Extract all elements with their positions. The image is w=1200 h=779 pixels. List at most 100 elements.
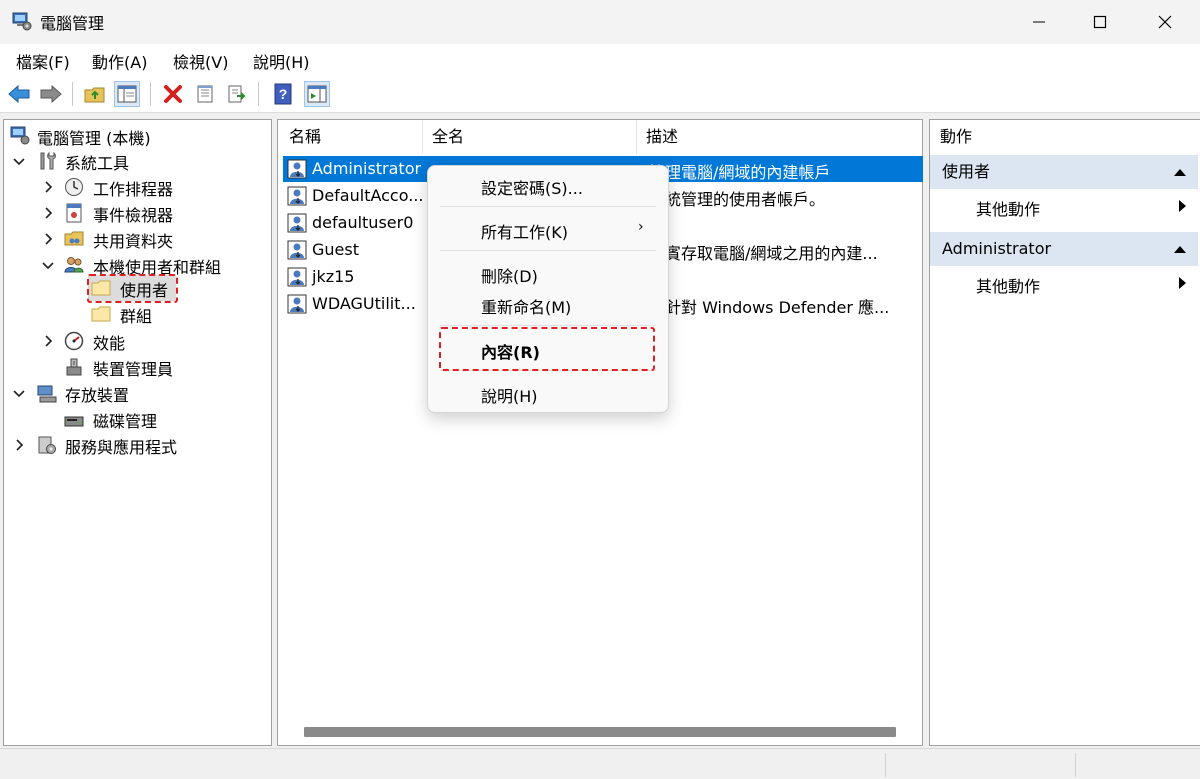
section-label: Administrator — [942, 239, 1052, 258]
menu-set-password[interactable]: 設定密碼(S)... — [481, 175, 583, 199]
properties-sheet-icon — [197, 85, 213, 103]
menu-help[interactable]: 說明(H) — [253, 49, 310, 73]
user-description: 來賓存取電腦/網域之用的內建... — [649, 244, 878, 263]
maximize-button[interactable] — [1077, 0, 1123, 44]
close-icon — [1158, 15, 1172, 29]
tree-item-storage[interactable]: 存放裝置 — [65, 382, 129, 406]
user-icon — [287, 267, 307, 287]
delete-x-icon — [164, 85, 182, 103]
column-header-description[interactable]: 描述 — [636, 120, 922, 154]
forward-button[interactable] — [38, 81, 64, 107]
storage-icon — [37, 385, 57, 403]
user-name: jkz15 — [312, 267, 355, 286]
menu-action[interactable]: 動作(A) — [92, 49, 147, 73]
svg-text:?: ? — [279, 86, 288, 102]
show-hide-action-pane-button[interactable] — [304, 81, 330, 107]
up-level-button[interactable] — [82, 81, 108, 107]
user-name: Administrator — [312, 159, 422, 178]
chevron-right-icon[interactable] — [40, 231, 56, 247]
tree-item-task-scheduler[interactable]: 工作排程器 — [93, 176, 173, 200]
computer-management-icon — [10, 126, 30, 145]
chevron-down-icon[interactable] — [11, 385, 27, 401]
user-description: 系統管理的使用者帳戶。 — [649, 190, 826, 209]
tree-item-groups[interactable]: 群組 — [120, 303, 152, 327]
toolbar-separator — [72, 82, 73, 106]
user-description: 統針對 Windows Defender 應... — [649, 298, 890, 317]
user-name: defaultuser0 — [312, 213, 414, 232]
folder-icon — [91, 306, 111, 322]
tree-item-services-apps[interactable]: 服務與應用程式 — [65, 434, 177, 458]
shared-folder-icon — [64, 231, 84, 246]
status-separator — [1075, 753, 1076, 777]
actions-section-users[interactable]: 使用者 — [930, 155, 1198, 189]
help-button[interactable]: ? — [270, 81, 296, 107]
toolbar: ? — [0, 76, 1200, 113]
actions-header: 動作 — [940, 127, 973, 146]
chevron-down-icon[interactable] — [40, 257, 56, 273]
user-icon — [287, 213, 307, 233]
submenu-chevron-icon: › — [638, 219, 644, 235]
show-hide-tree-button[interactable] — [114, 81, 140, 107]
column-header-name[interactable]: 名稱 — [279, 120, 422, 154]
tree-item-event-viewer[interactable]: 事件檢視器 — [93, 202, 173, 226]
maximize-icon — [1093, 15, 1107, 29]
chevron-right-icon[interactable] — [40, 205, 56, 221]
tree-item-performance[interactable]: 效能 — [93, 330, 125, 354]
status-bar — [0, 748, 1200, 779]
context-menu: 設定密碼(S)... 所有工作(K) › 刪除(D) 重新命名(M) 內容(R)… — [427, 165, 669, 413]
actions-section-administrator[interactable]: Administrator — [930, 232, 1198, 266]
folder-up-icon — [84, 87, 105, 103]
export-list-button[interactable] — [224, 81, 250, 107]
menu-bar: 檔案(F) 動作(A) 檢視(V) 說明(H) — [0, 44, 1200, 76]
help-icon: ? — [274, 83, 292, 105]
horizontal-scrollbar[interactable] — [304, 727, 896, 737]
action-pane-icon — [307, 85, 327, 103]
highlight-box-properties — [439, 327, 655, 371]
tree-item-system-tools[interactable]: 系統工具 — [65, 150, 129, 174]
chevron-down-icon[interactable] — [11, 153, 27, 169]
submenu-arrow-icon — [1179, 200, 1186, 212]
menu-separator — [440, 206, 656, 207]
collapse-caret-icon[interactable] — [1174, 169, 1186, 176]
tree-item-root[interactable]: 電腦管理 (本機) — [37, 125, 151, 149]
user-description: 管理電腦/網域的內建帳戶 — [649, 163, 831, 182]
actions-pane: 動作 使用者 其他動作 Administrator 其他動作 — [929, 119, 1200, 746]
minimize-button[interactable] — [1016, 0, 1062, 44]
minimize-icon — [1033, 21, 1045, 23]
menu-separator — [440, 250, 656, 251]
more-actions-users[interactable]: 其他動作 — [976, 196, 1040, 220]
computer-management-icon — [12, 12, 32, 31]
window-title: 電腦管理 — [40, 14, 105, 33]
menu-file[interactable]: 檔案(F) — [16, 49, 70, 73]
chevron-right-icon[interactable] — [40, 179, 56, 195]
properties-button[interactable] — [192, 81, 218, 107]
column-header-fullname[interactable]: 全名 — [422, 120, 636, 154]
user-name: Guest — [312, 240, 359, 259]
tree-item-disk-management[interactable]: 磁碟管理 — [93, 408, 157, 432]
performance-icon — [64, 331, 84, 351]
tree-item-shared-folders[interactable]: 共用資料夾 — [93, 228, 173, 252]
forward-arrow-icon — [40, 84, 62, 104]
chevron-right-icon[interactable] — [11, 437, 27, 453]
tree-item-device-manager[interactable]: 裝置管理員 — [93, 356, 173, 380]
collapse-caret-icon[interactable] — [1174, 246, 1186, 253]
users-group-icon — [64, 257, 84, 273]
menu-delete[interactable]: 刪除(D) — [481, 263, 538, 287]
user-icon — [287, 294, 307, 314]
disk-icon — [64, 416, 84, 427]
back-button[interactable] — [6, 81, 32, 107]
back-arrow-icon — [8, 84, 30, 104]
menu-rename[interactable]: 重新命名(M) — [481, 294, 571, 318]
delete-button[interactable] — [160, 81, 186, 107]
services-icon — [38, 436, 56, 454]
user-icon — [287, 240, 307, 260]
event-log-icon — [66, 203, 82, 223]
close-button[interactable] — [1142, 0, 1188, 44]
menu-separator — [440, 325, 656, 326]
menu-help-item[interactable]: 說明(H) — [481, 383, 538, 407]
menu-view[interactable]: 檢視(V) — [173, 49, 228, 73]
menu-all-tasks[interactable]: 所有工作(K) — [481, 219, 568, 243]
more-actions-administrator[interactable]: 其他動作 — [976, 273, 1040, 297]
console-tree-pane: 電腦管理 (本機) 系統工具 工作排程器 事件檢視器 共用資料夾 本機使用者和群… — [3, 119, 272, 746]
chevron-right-icon[interactable] — [40, 333, 56, 349]
